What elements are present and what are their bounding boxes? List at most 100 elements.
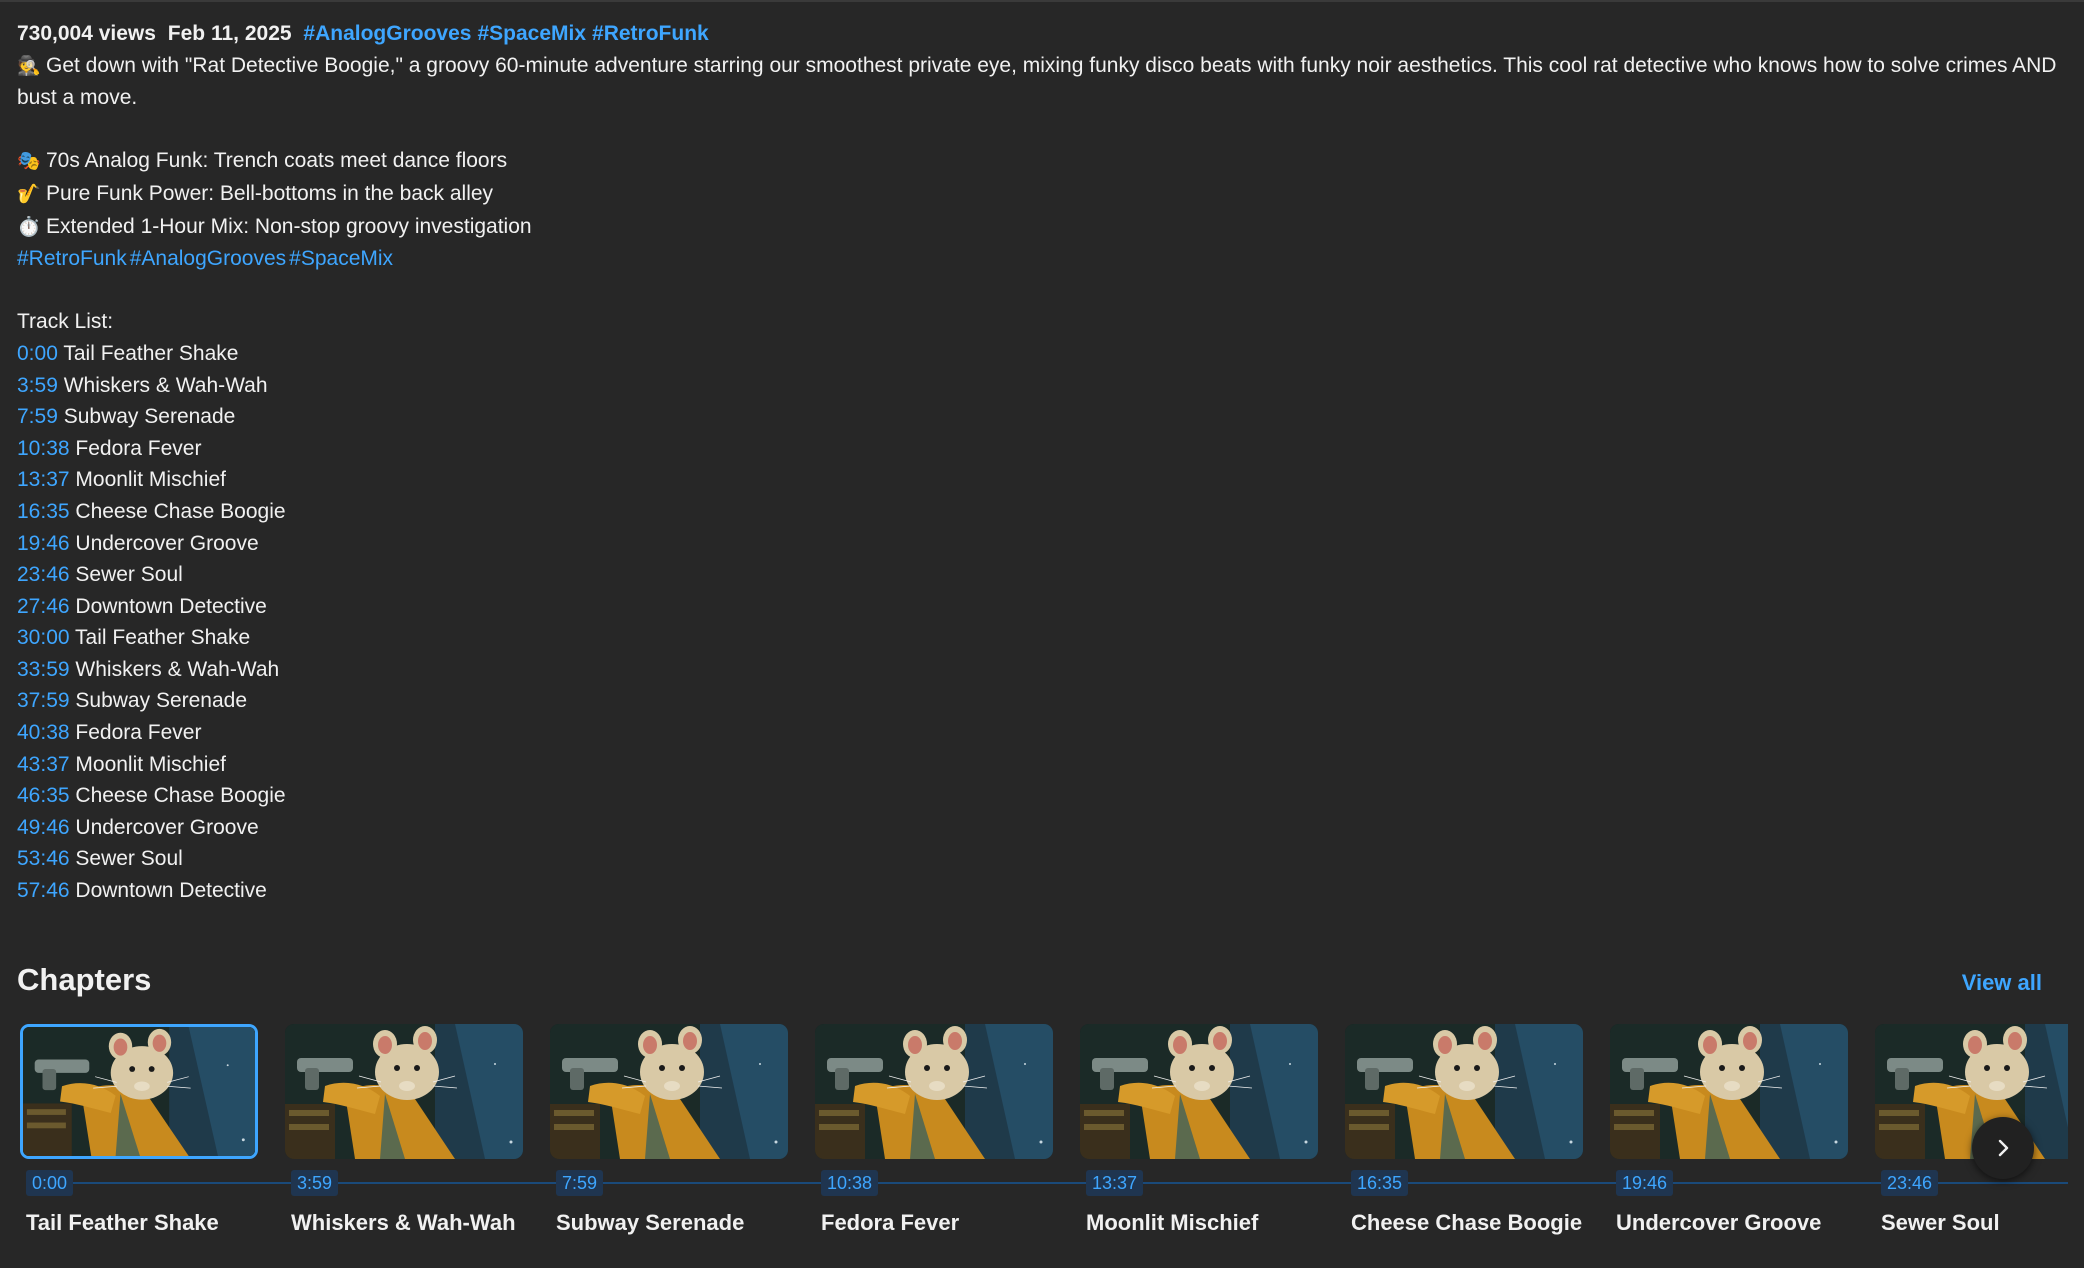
rat-detective-thumbnail <box>815 1024 1053 1159</box>
chapter-thumbnail[interactable] <box>1080 1024 1318 1159</box>
track-list-item: 43:37 Moonlit Mischief <box>17 749 2057 781</box>
chapter-title: Sewer Soul <box>1881 1210 2000 1235</box>
chapter-thumbnail[interactable] <box>815 1024 1053 1159</box>
track-list-item: 3:59 Whiskers & Wah-Wah <box>17 370 2057 402</box>
track-timestamp-link[interactable]: 37:59 <box>17 689 70 712</box>
hashtag-link[interactable]: #AnalogGrooves <box>303 22 471 45</box>
track-title: Downtown Detective <box>75 594 267 618</box>
track-timestamp-link[interactable]: 23:46 <box>17 563 70 586</box>
chapter-title: Moonlit Mischief <box>1086 1210 1259 1235</box>
track-timestamp-link[interactable]: 57:46 <box>17 879 70 902</box>
track-timestamp-link[interactable]: 19:46 <box>17 532 70 555</box>
stopwatch-emoji: ⏱️ <box>17 216 41 238</box>
track-timestamp-link[interactable]: 7:59 <box>17 405 58 428</box>
hashtag-link[interactable]: #SpaceMix <box>289 247 393 270</box>
track-title: Cheese Chase Boogie <box>75 784 286 808</box>
chapter-card[interactable]: 13:37 Moonlit Mischief <box>1080 1024 1318 1244</box>
next-chapters-button[interactable] <box>1972 1117 2034 1179</box>
chapter-thumbnail[interactable] <box>550 1024 788 1159</box>
bullet-line: 🎭 70s Analog Funk: Trench coats meet danc… <box>17 145 2057 178</box>
track-timestamp-link[interactable]: 27:46 <box>17 595 70 618</box>
rat-detective-thumbnail <box>1080 1024 1318 1159</box>
track-timestamp-link[interactable]: 16:35 <box>17 500 70 523</box>
divider <box>0 0 2084 2</box>
chapter-title: Subway Serenade <box>556 1210 745 1235</box>
rat-detective-thumbnail <box>1345 1024 1583 1159</box>
track-timestamp-link[interactable]: 13:37 <box>17 468 70 491</box>
track-list-item: 49:46 Undercover Groove <box>17 812 2057 844</box>
view-all-button[interactable]: View all <box>1962 970 2042 996</box>
track-timestamp-link[interactable]: 43:37 <box>17 753 70 776</box>
bullet-text: Extended 1-Hour Mix: Non-stop groovy inv… <box>46 214 532 238</box>
track-list-item: 30:00 Tail Feather Shake <box>17 622 2057 654</box>
track-title: Fedora Fever <box>75 721 202 745</box>
chapter-card[interactable]: 19:46 Undercover Groove <box>1610 1024 1848 1244</box>
bullet-line: ⏱️ Extended 1-Hour Mix: Non-stop groovy i… <box>17 211 2057 244</box>
track-timestamp-link[interactable]: 53:46 <box>17 847 70 870</box>
track-list-item: 33:59 Whiskers & Wah-Wah <box>17 654 2057 686</box>
chapter-timestamp: 0:00 <box>26 1170 74 1196</box>
chapter-thumbnail[interactable] <box>1345 1024 1583 1159</box>
video-description-page: 730,004 views Feb 11, 2025 #AnalogGroove… <box>0 0 2084 1268</box>
bullet-line: 🎷 Pure Funk Power: Bell-bottoms in the ba… <box>17 178 2057 211</box>
track-list-item: 19:46 Undercover Groove <box>17 528 2057 560</box>
chapter-card[interactable]: 3:59 Whiskers & Wah-Wah <box>285 1024 523 1244</box>
track-list-item: 27:46 Downtown Detective <box>17 591 2057 623</box>
bullet-text: Pure Funk Power: Bell-bottoms in the bac… <box>46 181 494 205</box>
rat-detective-thumbnail <box>23 1027 255 1156</box>
chapter-thumbnail[interactable] <box>20 1024 258 1159</box>
chapter-timestamp: 3:59 <box>291 1170 339 1196</box>
chapter-title: Cheese Chase Boogie <box>1351 1210 1583 1235</box>
hashtag-link[interactable]: #RetroFunk <box>17 247 127 270</box>
chapter-card[interactable]: 0:00 Tail Feather Shake <box>20 1024 258 1244</box>
track-list-item: 23:46 Sewer Soul <box>17 559 2057 591</box>
rat-detective-thumbnail <box>1610 1024 1848 1159</box>
saxophone-emoji: 🎷 <box>17 183 41 205</box>
track-timestamp-link[interactable]: 10:38 <box>17 437 70 460</box>
track-timestamp-link[interactable]: 40:38 <box>17 721 70 744</box>
track-title: Moonlit Mischief <box>75 752 226 776</box>
track-timestamp-link[interactable]: 3:59 <box>17 374 58 397</box>
rat-detective-thumbnail <box>1875 1024 2068 1159</box>
chapter-timestamp: 13:37 <box>1086 1170 1144 1196</box>
chapter-title: Undercover Groove <box>1616 1210 1822 1235</box>
chapter-title: Fedora Fever <box>821 1210 960 1235</box>
hashtag-link[interactable]: #SpaceMix <box>477 22 586 45</box>
track-list-item: 0:00 Tail Feather Shake <box>17 338 2057 370</box>
track-list-item: 16:35 Cheese Chase Boogie <box>17 496 2057 528</box>
hashtag-link[interactable]: #AnalogGrooves <box>130 247 286 270</box>
views-date-line: 730,004 views Feb 11, 2025 #AnalogGroove… <box>17 18 2057 50</box>
track-list-item: 10:38 Fedora Fever <box>17 433 2057 465</box>
intro-paragraph: 🕵️ Get down with "Rat Detective Boogie," … <box>17 50 2057 114</box>
track-title: Undercover Groove <box>75 815 259 839</box>
track-list-item: 37:59 Subway Serenade <box>17 685 2057 717</box>
track-title: Sewer Soul <box>75 563 183 587</box>
track-title: Subway Serenade <box>63 405 236 429</box>
track-timestamp-link[interactable]: 49:46 <box>17 816 70 839</box>
track-timestamp-link[interactable]: 33:59 <box>17 658 70 681</box>
chapter-card[interactable]: 16:35 Cheese Chase Boogie <box>1345 1024 1583 1244</box>
description-panel: 730,004 views Feb 11, 2025 #AnalogGroove… <box>17 18 2057 907</box>
chapter-timestamp: 10:38 <box>821 1170 879 1196</box>
chevron-right-icon <box>1998 1139 2009 1157</box>
bullet-text: 70s Analog Funk: Trench coats meet dance… <box>46 149 508 173</box>
chapter-card[interactable]: 10:38 Fedora Fever <box>815 1024 1053 1244</box>
chapter-thumbnail[interactable] <box>285 1024 523 1159</box>
chapter-card[interactable]: 23:46 Sewer Soul <box>1875 1024 2068 1244</box>
track-timestamp-link[interactable]: 46:35 <box>17 784 70 807</box>
track-list-item: 46:35 Cheese Chase Boogie <box>17 780 2057 812</box>
chapter-thumbnail[interactable] <box>1610 1024 1848 1159</box>
chapters-heading: Chapters <box>17 962 152 997</box>
track-title: Fedora Fever <box>75 436 202 460</box>
track-timestamp-link[interactable]: 30:00 <box>17 626 70 649</box>
track-timestamp-link[interactable]: 0:00 <box>17 342 58 365</box>
chapter-card[interactable]: 7:59 Subway Serenade <box>550 1024 788 1244</box>
chapter-thumbnail[interactable] <box>1875 1024 2068 1159</box>
view-count: 730,004 views <box>17 22 156 45</box>
chapter-title: Whiskers & Wah-Wah <box>291 1210 516 1235</box>
hashtag-link[interactable]: #RetroFunk <box>592 22 709 45</box>
rat-detective-thumbnail <box>550 1024 788 1159</box>
chapter-timestamp: 16:35 <box>1351 1170 1409 1196</box>
track-title: Undercover Groove <box>75 531 259 555</box>
